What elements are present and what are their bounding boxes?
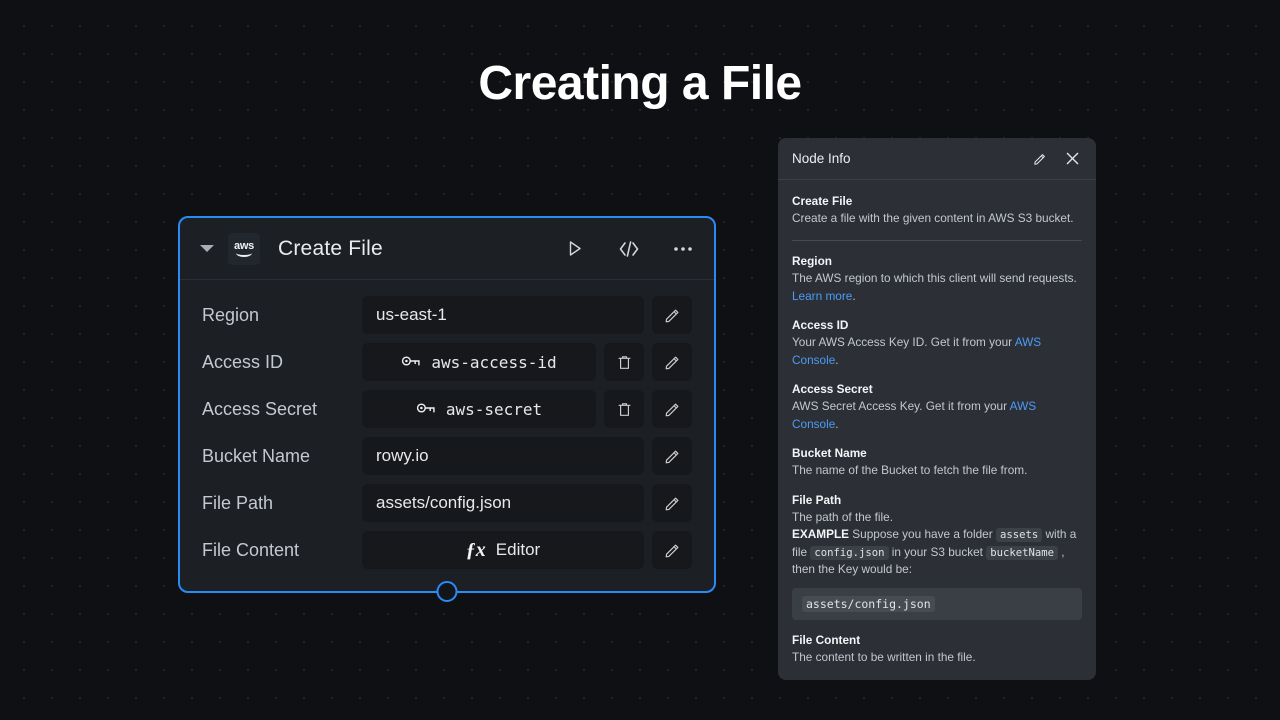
field-label-file-path: File Path — [202, 493, 362, 514]
form-row-access-secret: Access Secret aws-secret — [202, 390, 692, 428]
info-summary: Create File Create a file with the given… — [792, 194, 1082, 227]
info-section-text: The content to be written in the file. — [792, 649, 1082, 666]
info-section-text: The name of the Bucket to fetch the file… — [792, 462, 1082, 479]
info-section-text: Your AWS Access Key ID. Get it from your… — [792, 334, 1082, 369]
field-value-bucket-name[interactable]: rowy.io — [362, 437, 644, 475]
field-label-file-content: File Content — [202, 540, 362, 561]
node-output-handle[interactable] — [437, 581, 458, 602]
aws-logo-swoosh — [236, 253, 252, 257]
info-section-text: The AWS region to which this client will… — [792, 270, 1082, 305]
field-value-access-id[interactable]: aws-access-id — [362, 343, 596, 381]
node-card[interactable]: aws Create File — [178, 216, 716, 593]
learn-more-link[interactable]: Learn more — [792, 289, 852, 303]
info-text-after: . — [835, 417, 838, 431]
field-value-access-secret[interactable]: aws-secret — [362, 390, 596, 428]
info-section-region: Region The AWS region to which this clie… — [792, 254, 1082, 305]
edit-file-path-button[interactable] — [652, 484, 692, 522]
field-value-region[interactable]: us-east-1 — [362, 296, 644, 334]
page-title: Creating a File — [0, 56, 1280, 111]
node-card-header: aws Create File — [180, 218, 714, 280]
field-label-access-id: Access ID — [202, 352, 362, 373]
node-form: Region us-east-1 Access ID — [180, 280, 714, 591]
key-icon — [416, 400, 436, 419]
code-icon[interactable] — [616, 236, 642, 262]
info-section-title: Access ID — [792, 318, 1082, 332]
pencil-icon[interactable] — [1030, 149, 1050, 169]
info-divider — [792, 240, 1082, 241]
info-text-before: Your AWS Access Key ID. Get it from your — [792, 335, 1015, 349]
code-block-file-path: assets/config.json — [792, 588, 1082, 620]
info-section-file-content: File Content The content to be written i… — [792, 633, 1082, 666]
field-text-access-secret: aws-secret — [446, 400, 542, 419]
more-icon[interactable] — [670, 236, 696, 262]
inline-code-bucketname: bucketName — [986, 546, 1058, 560]
info-section-bucket-name: Bucket Name The name of the Bucket to fe… — [792, 446, 1082, 479]
aws-logo-icon: aws — [228, 233, 260, 265]
info-section-title: File Content — [792, 633, 1082, 647]
info-section-title: Region — [792, 254, 1082, 268]
node-info-body: Create File Create a file with the given… — [778, 180, 1096, 680]
delete-access-secret-button[interactable] — [604, 390, 644, 428]
info-section-file-path: File Path The path of the file. EXAMPLE … — [792, 493, 1082, 620]
edit-bucket-name-button[interactable] — [652, 437, 692, 475]
info-section-title: Bucket Name — [792, 446, 1082, 460]
info-summary-text: Create a file with the given content in … — [792, 210, 1082, 227]
info-section-access-id: Access ID Your AWS Access Key ID. Get it… — [792, 318, 1082, 369]
field-text-access-id: aws-access-id — [431, 353, 556, 372]
aws-logo-text: aws — [234, 241, 254, 252]
form-row-file-path: File Path assets/config.json — [202, 484, 692, 522]
edit-access-secret-button[interactable] — [652, 390, 692, 428]
info-section-title: File Path — [792, 493, 1082, 507]
form-row-file-content: File Content ƒx Editor — [202, 531, 692, 569]
inline-code-configjson: config.json — [810, 546, 888, 560]
info-text-before: The AWS region to which this client will… — [792, 271, 1077, 285]
form-row-access-id: Access ID aws-access-id — [202, 343, 692, 381]
key-icon — [401, 353, 421, 372]
node-info-header: Node Info — [778, 138, 1096, 180]
info-section-text: The path of the file. — [792, 509, 1082, 526]
info-section-text: AWS Secret Access Key. Get it from your … — [792, 398, 1082, 433]
field-label-access-secret: Access Secret — [202, 399, 362, 420]
field-value-file-path[interactable]: assets/config.json — [362, 484, 644, 522]
edit-access-id-button[interactable] — [652, 343, 692, 381]
chevron-down-glyph — [200, 245, 214, 252]
info-example-text: EXAMPLE Suppose you have a folder assets… — [792, 526, 1082, 579]
delete-access-id-button[interactable] — [604, 343, 644, 381]
field-label-region: Region — [202, 305, 362, 326]
form-row-region: Region us-east-1 — [202, 296, 692, 334]
info-section-title: Access Secret — [792, 382, 1082, 396]
inline-code-assets: assets — [996, 528, 1042, 542]
form-row-bucket-name: Bucket Name rowy.io — [202, 437, 692, 475]
example-part-1: Suppose you have a folder — [849, 527, 996, 541]
node-info-title: Node Info — [792, 151, 851, 166]
info-section-access-secret: Access Secret AWS Secret Access Key. Get… — [792, 382, 1082, 433]
example-part-3: in your S3 bucket — [889, 545, 987, 559]
field-text-file-content: Editor — [496, 540, 540, 560]
chevron-down-icon[interactable] — [194, 236, 220, 262]
info-text-after: . — [835, 353, 838, 367]
edit-file-content-button[interactable] — [652, 531, 692, 569]
node-info-panel: Node Info Create File Create a file with… — [778, 138, 1096, 680]
node-title: Create File — [278, 237, 383, 261]
node-info-header-actions — [1030, 149, 1082, 169]
code-block-text: assets/config.json — [802, 596, 935, 612]
close-icon[interactable] — [1062, 149, 1082, 169]
function-icon: ƒx — [466, 539, 486, 562]
example-label: EXAMPLE — [792, 527, 849, 541]
edit-region-button[interactable] — [652, 296, 692, 334]
play-icon[interactable] — [562, 236, 588, 262]
field-label-bucket-name: Bucket Name — [202, 446, 362, 467]
info-text-after: . — [852, 289, 855, 303]
field-value-file-content[interactable]: ƒx Editor — [362, 531, 644, 569]
node-header-actions — [562, 236, 696, 262]
info-text-before: AWS Secret Access Key. Get it from your — [792, 399, 1010, 413]
info-summary-title: Create File — [792, 194, 1082, 208]
